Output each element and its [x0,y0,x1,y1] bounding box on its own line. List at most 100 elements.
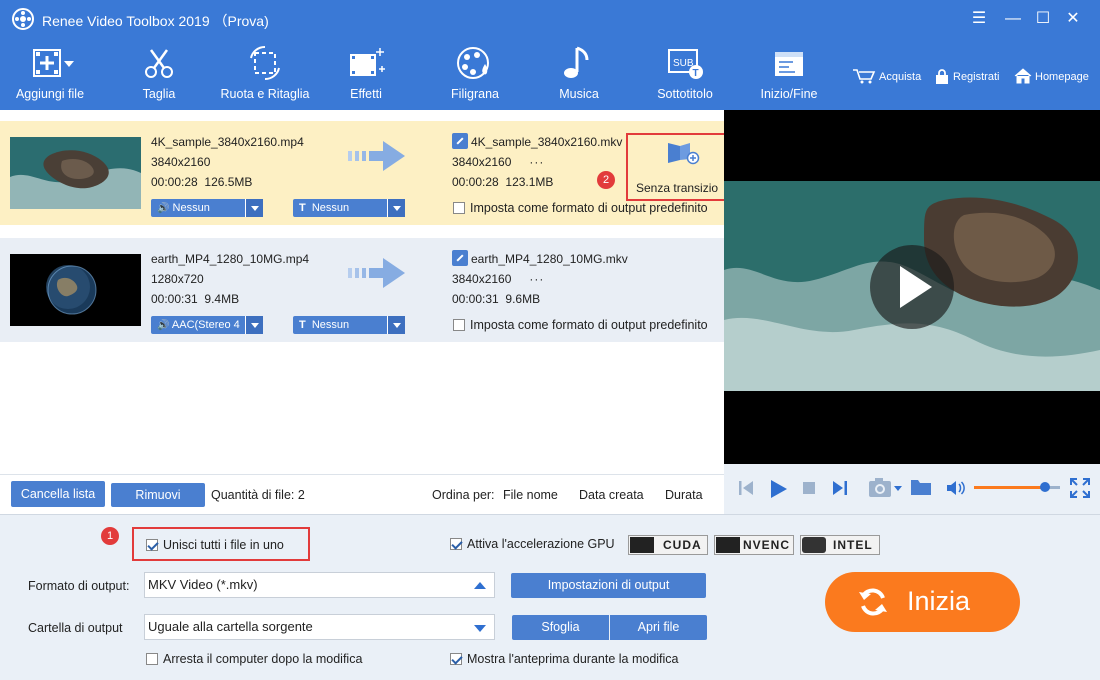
chevron-down-icon [245,316,263,334]
transition-label: Senza transizio [636,181,719,195]
sort-by-date[interactable]: Data creata [579,488,644,502]
app-logo-icon [12,8,34,30]
music-button[interactable]: Musica [554,44,604,101]
close-button[interactable]: ✕ [1060,6,1086,32]
file-count: Quantità di file: 2 [211,488,305,502]
shutdown-checkbox[interactable]: Arresta il computer dopo la modifica [146,652,362,666]
tool-label: Musica [559,87,599,101]
video-thumbnail [10,254,141,326]
buy-link[interactable]: Acquista [852,68,921,84]
checkbox-box[interactable] [450,653,462,665]
clear-list-button[interactable]: Cancella lista [11,481,105,507]
refresh-icon [859,588,887,616]
minimize-button[interactable]: — [1000,6,1026,32]
subtitle-dropdown[interactable]: T Nessun [293,199,405,217]
default-format-checkbox[interactable]: Imposta come formato di output predefini… [453,201,708,215]
output-folder-value: Uguale alla cartella sorgente [148,619,313,634]
source-resolution: 3840x2160 [151,155,211,169]
menu-icon[interactable]: ☰ [966,6,992,32]
source-duration: 00:00:28 [151,175,198,189]
merge-files-checkbox[interactable]: Unisci tutti i file in uno [146,538,284,552]
subtitle-value: Nessun [311,202,350,214]
tool-label: Filigrana [451,87,499,101]
source-file-info: 4K_sample_3840x2160.mp4 3840x2160 00:00:… [151,132,304,192]
show-preview-checkbox[interactable]: Mostra l'anteprima durante la modifica [450,652,679,666]
start-button[interactable]: Inizia [825,572,1020,632]
source-file-info: earth_MP4_1280_10MG.mp4 1280x720 00:00:3… [151,249,309,309]
default-format-checkbox[interactable]: Imposta come formato di output predefini… [453,318,708,332]
play-icon[interactable] [768,478,788,500]
skip-forward-icon[interactable] [832,478,848,498]
chevron-down-icon [245,199,263,217]
chevron-down-icon [387,199,405,217]
open-file-button[interactable]: Apri file [610,615,707,640]
register-link[interactable]: Registrati [934,68,999,84]
watermark-button[interactable]: Filigrana [446,44,504,101]
effects-button[interactable]: Effetti [340,44,392,101]
audio-track-dropdown[interactable]: 🔊 AAC(Stereo 4 [151,316,263,334]
checkbox-box[interactable] [146,539,158,551]
checkbox-box[interactable] [453,319,465,331]
file-row[interactable]: earth_MP4_1280_10MG.mp4 1280x720 00:00:3… [0,238,724,342]
source-duration: 00:00:31 [151,292,198,306]
intel-badge: INTEL [800,535,880,555]
audio-track-dropdown[interactable]: 🔊 Nessun [151,199,263,217]
cuda-label: CUDA [663,538,702,552]
gpu-acceleration-checkbox[interactable]: Attiva l'accelerazione GPU [450,537,615,551]
sort-by-duration[interactable]: Durata [665,488,703,502]
trim-button[interactable]: Taglia [126,44,192,101]
register-label: Registrati [953,71,1000,83]
stop-icon[interactable] [802,481,816,495]
audio-track-value: Nessun [172,202,210,214]
start-end-button[interactable]: Inizio/Fine [756,44,822,101]
chevron-up-icon [474,582,486,589]
convert-arrow-icon [348,258,405,288]
folder-icon[interactable] [910,477,932,497]
more-options-button[interactable]: ··· [529,272,544,286]
subtitle-button[interactable]: SUB T Sottotitolo [652,44,718,101]
volume-icon[interactable] [946,479,966,497]
rotate-crop-button[interactable]: Ruota e Ritaglia [218,44,312,101]
output-resolution: 3840x2160 [452,155,512,169]
add-file-button[interactable]: Aggiungi file [14,44,86,101]
output-format-select[interactable]: MKV Video (*.mkv) [144,572,495,598]
edit-icon[interactable] [452,133,468,149]
text-icon: T [299,202,306,214]
scissors-icon [145,49,173,78]
transition-button[interactable]: Senza transizio [626,133,738,201]
camera-icon[interactable] [868,476,904,500]
skip-back-icon[interactable] [738,478,754,498]
output-folder-select[interactable]: Uguale alla cartella sorgente [144,614,495,640]
start-end-icon [775,52,803,76]
fullscreen-icon[interactable] [1070,478,1090,498]
checkbox-box[interactable] [453,202,465,214]
file-row[interactable]: 4K_sample_3840x2160.mp4 3840x2160 00:00:… [0,121,738,225]
output-format-value: MKV Video (*.mkv) [148,577,258,592]
checkbox-box[interactable] [450,538,462,550]
output-file-info: earth_MP4_1280_10MG.mkv 3840x2160 ··· 00:… [452,249,628,309]
volume-slider-handle[interactable] [1039,482,1050,492]
volume-slider-track[interactable] [974,482,1060,492]
sort-by-name[interactable]: File nome [503,488,558,502]
more-options-button[interactable]: ··· [529,155,544,169]
subtitle-value: Nessun [311,319,350,331]
file-list-actions: Cancella lista Rimuovi Quantità di file:… [0,474,724,514]
subtitle-dropdown[interactable]: T Nessun [293,316,405,334]
video-preview[interactable] [724,110,1100,464]
output-duration: 00:00:28 [452,175,499,189]
output-folder-label: Cartella di output [28,621,123,635]
remove-button[interactable]: Rimuovi [111,483,205,507]
output-resolution: 3840x2160 [452,272,512,286]
homepage-link[interactable]: Homepage [1014,68,1089,84]
output-settings-button[interactable]: Impostazioni di output [511,573,706,598]
edit-icon[interactable] [452,250,468,266]
checkbox-box[interactable] [146,653,158,665]
player-controls [724,464,1100,514]
crop-rotate-icon [250,45,280,81]
maximize-button[interactable]: ☐ [1030,6,1056,32]
source-size: 126.5MB [204,175,253,189]
video-thumbnail [10,137,141,209]
effects-icon [350,48,385,76]
browse-button[interactable]: Sfoglia [512,615,609,640]
source-file-name: 4K_sample_3840x2160.mp4 [151,135,304,149]
